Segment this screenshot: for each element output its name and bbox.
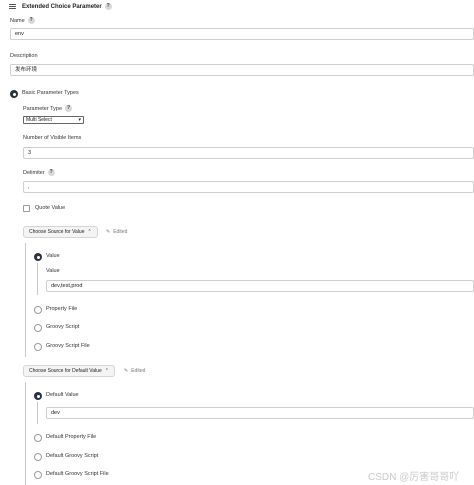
quote-value-label: Quote Value [35,205,66,211]
drag-handle-icon[interactable] [9,4,16,9]
value-field-label: Value [46,268,60,274]
source-groovy-script-radio[interactable] [34,324,42,332]
description-label: Description [10,53,38,59]
parameter-type-select[interactable]: Multi Select ▾ [23,116,84,124]
help-icon[interactable]: ? [104,3,112,10]
chevron-down-icon: ▾ [78,117,81,123]
basic-parameter-types-radio[interactable] [10,90,18,98]
default-subsection-divider [37,402,38,424]
delimiter-label: Delimiter? [23,169,55,176]
chevron-up-icon: ⌃ [87,229,92,235]
parameter-type-label: Parameter Type? [23,105,73,112]
choose-source-default-button[interactable]: Choose Source for Default Value ⌃ [23,365,115,377]
source-value-label: Value [46,253,60,259]
default-value-radio[interactable] [34,392,42,400]
value-subsection-divider [37,263,38,295]
name-label: Name? [10,17,35,24]
source-value-radio[interactable] [34,253,42,261]
default-property-file-radio[interactable] [34,434,42,442]
pencil-icon: ✎ [106,229,111,235]
section-title: Extended Choice Parameter? [22,3,112,11]
default-groovy-script-file-radio[interactable] [34,471,42,479]
source-property-file-label: Property File [46,306,78,312]
edited-indicator: ✎ Edited [106,229,128,235]
default-value-label: Default Value [46,392,79,398]
default-source-divider [25,382,26,485]
pencil-icon: ✎ [124,368,129,374]
visible-items-input[interactable]: 3 [23,147,474,159]
description-input[interactable]: 发布环境 [10,64,474,76]
default-groovy-script-radio[interactable] [34,453,42,461]
choose-source-value-button[interactable]: Choose Source for Value ⌃ [23,226,98,238]
visible-items-label: Number of Visible Items [23,135,82,141]
basic-parameter-types-label: Basic Parameter Types [22,90,79,96]
source-groovy-script-label: Groovy Script [46,324,80,330]
name-help-icon[interactable]: ? [27,17,35,24]
name-input[interactable]: env [10,28,474,40]
source-groovy-script-file-label: Groovy Script File [46,343,90,349]
watermark: CSDN @厉害哥哥吖 [368,472,460,483]
delimiter-help-icon[interactable]: ? [47,169,55,176]
source-property-file-radio[interactable] [34,306,42,314]
default-property-file-label: Default Property File [46,434,97,440]
source-groovy-script-file-radio[interactable] [34,343,42,351]
value-input[interactable]: dev,test,prod [46,280,474,292]
quote-value-checkbox[interactable] [23,205,30,212]
parameter-type-help-icon[interactable]: ? [65,105,73,112]
default-groovy-script-file-label: Default Groovy Script File [46,471,109,477]
delimiter-input[interactable]: , [23,181,474,193]
edited-indicator: ✎ Edited [124,368,146,374]
default-groovy-script-label: Default Groovy Script [46,453,99,459]
chevron-up-icon: ⌃ [104,368,109,374]
default-value-input[interactable]: dev [46,407,474,419]
value-source-divider [25,243,26,357]
